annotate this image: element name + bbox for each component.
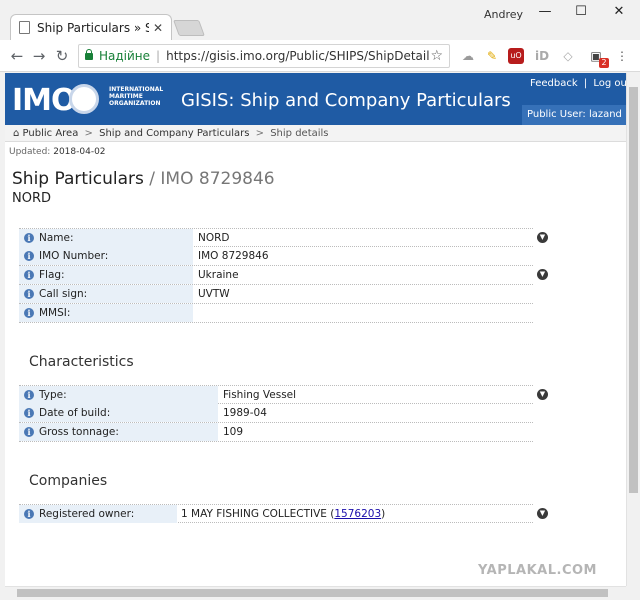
table-row: i MMSI: [19,304,533,323]
info-icon[interactable]: i [24,308,34,318]
lock-icon [85,48,93,60]
type-value: Fishing Vessel [223,389,297,401]
breadcrumb-item-ship-details: Ship details [270,128,329,139]
ublock-icon[interactable]: uO [508,48,524,64]
tab-close-icon[interactable]: ✕ [153,21,163,35]
watermark: YAPLAKAL.COM [478,563,597,578]
page-viewport: IMO INTERNATIONAL MARITIME ORGANIZATION … [5,73,626,586]
updated-date: Updated: 2018-04-02 [9,147,106,157]
un-emblem-icon [69,84,99,114]
close-window-button[interactable]: ✕ [604,4,634,19]
date-of-build-value: 1989-04 [223,407,267,419]
breadcrumb-separator: > [84,128,93,139]
omnibox-separator: | [156,49,161,63]
breadcrumb: ⌂ Public Area > Ship and Company Particu… [5,125,626,142]
reload-button[interactable]: ↻ [53,47,71,65]
info-icon[interactable]: i [24,251,34,261]
imo-number-heading: IMO 8729846 [160,169,275,189]
cloud-icon[interactable]: ☁ [460,48,476,64]
characteristics-table: i Type: Fishing Vessel i Date of build: 19… [19,385,533,442]
scroll-thumb[interactable] [629,87,638,493]
site-title: GISIS: Ship and Company Particulars [181,90,511,111]
flag-value: Ukraine [198,269,239,281]
info-icon[interactable]: i [24,390,34,400]
scroll-thumb[interactable] [17,589,608,597]
table-row: i Date of build: 1989-04 [19,404,533,423]
tab-title: Ship Particulars » Ship de [37,20,149,35]
info-icon[interactable]: i [24,408,34,418]
table-row: i Flag: Ukraine [19,266,533,285]
extension-badge: 2 [599,58,609,68]
forward-button[interactable]: → [30,47,48,65]
section-companies: Companies [29,473,108,489]
logout-link[interactable]: Log out [593,78,626,89]
menu-icon[interactable]: ⋮ [614,48,630,64]
site-header: IMO INTERNATIONAL MARITIME ORGANIZATION … [5,73,626,125]
shield-icon[interactable]: ◇ [560,48,576,64]
table-row: i Gross tonnage: 109 [19,423,533,442]
mmsi-value [194,304,198,322]
table-row: i Registered owner: 1 MAY FISHING COLLECT… [19,504,533,523]
minimize-button[interactable]: — [530,4,560,19]
particulars-table: i Name: NORD i IMO Number: IMO 8729846 i Fl… [19,228,533,323]
link-divider: | [583,78,588,89]
horizontal-scrollbar[interactable] [5,586,626,599]
browser-tab[interactable]: Ship Particulars » Ship de ✕ [10,14,172,40]
info-icon[interactable]: i [24,270,34,280]
header-links: Feedback | Log out [530,78,626,89]
vertical-scrollbar[interactable] [626,73,639,586]
url-text[interactable]: https://gisis.imo.org/Public/SHIPS/ShipD… [166,49,430,63]
table-row: i IMO Number: IMO 8729846 [19,247,533,266]
address-bar[interactable]: Надійне | https://gisis.imo.org/Public/S… [78,44,450,68]
table-row: i Type: Fishing Vessel [19,385,533,404]
id-icon[interactable]: iD [534,48,550,64]
section-characteristics: Characteristics [29,354,134,370]
chevron-down-icon[interactable]: ▼ [537,269,548,280]
title-bar: Ship Particulars » Ship de ✕ Andrey — ☐ … [0,0,640,40]
chevron-down-icon[interactable]: ▼ [537,232,548,243]
gross-tonnage-value: 109 [223,426,244,438]
chevron-down-icon[interactable]: ▼ [537,508,548,519]
page-icon [19,21,30,34]
info-icon[interactable]: i [24,427,34,437]
public-user-label: Public User: lazand [522,105,626,125]
info-icon[interactable]: i [24,509,34,519]
imo-logo[interactable]: IMO [12,83,77,118]
breadcrumb-separator: > [255,128,265,139]
table-row: i Call sign: UVTW [19,285,533,304]
maximize-button[interactable]: ☐ [566,4,596,19]
profile-name[interactable]: Andrey [484,8,523,21]
companies-table: i Registered owner: 1 MAY FISHING COLLECT… [19,504,533,523]
org-name: INTERNATIONAL MARITIME ORGANIZATION [109,86,164,107]
secure-label[interactable]: Надійне [99,49,150,63]
breadcrumb-item-ship-company[interactable]: Ship and Company Particulars [99,128,249,139]
browser-toolbar: ← → ↻ Надійне | https://gisis.imo.org/Pu… [0,40,640,72]
bookmark-star-icon[interactable]: ☆ [430,48,443,64]
new-tab-button[interactable] [173,20,205,36]
home-icon[interactable]: ⌂ [13,128,19,139]
call-sign-value: UVTW [198,288,230,300]
breadcrumb-item-public-area[interactable]: Public Area [23,128,79,139]
chevron-down-icon[interactable]: ▼ [537,389,548,400]
company-id-link[interactable]: 1576203 [334,508,381,520]
back-button[interactable]: ← [8,47,26,65]
page-title: Ship Particulars / IMO 8729846 [12,169,275,189]
ship-name: NORD [12,191,51,206]
table-row: i Name: NORD [19,228,533,247]
name-value: NORD [198,232,230,244]
pin-icon[interactable]: ✎ [484,48,500,64]
info-icon[interactable]: i [24,233,34,243]
info-icon[interactable]: i [24,289,34,299]
feedback-link[interactable]: Feedback [530,78,578,89]
registered-owner-value: 1 MAY FISHING COLLECTIVE (1576203) [181,508,386,520]
imo-number-value: IMO 8729846 [198,250,269,262]
